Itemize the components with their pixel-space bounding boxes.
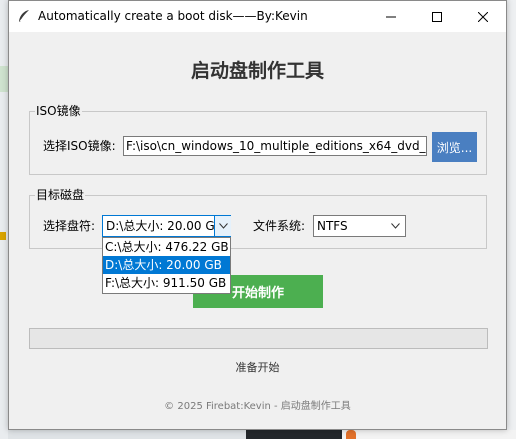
background-app-bottom xyxy=(342,430,516,439)
background-highlight xyxy=(0,66,8,92)
browse-button[interactable]: 浏览... xyxy=(432,132,477,162)
drive-select[interactable]: D:\总大小: 20.00 GB xyxy=(102,215,231,237)
iso-path-input[interactable]: F:\iso\cn_windows_10_multiple_editions_x… xyxy=(123,136,427,156)
app-icon xyxy=(346,430,356,439)
key-icon xyxy=(0,232,6,240)
drive-select-label: 选择盘符: xyxy=(43,219,96,233)
drive-select-value: D:\总大小: 20.00 GB xyxy=(106,219,214,233)
close-icon xyxy=(478,11,488,22)
maximize-button[interactable] xyxy=(414,1,460,32)
feather-icon xyxy=(19,10,29,22)
minimize-button[interactable] xyxy=(368,1,414,32)
title-bar[interactable]: Automatically create a boot disk——By:Kev… xyxy=(9,1,506,32)
window-title: Automatically create a boot disk——By:Kev… xyxy=(38,9,308,23)
filesystem-label: 文件系统: xyxy=(253,219,306,233)
filesystem-select-value: NTFS xyxy=(317,219,348,233)
drive-dropdown-list: C:\总大小: 476.22 GB D:\总大小: 20.00 GB F:\总大… xyxy=(102,237,231,294)
background-app-right xyxy=(507,0,516,439)
background-taskbar-item xyxy=(246,430,342,439)
maximize-icon xyxy=(432,11,442,22)
chevron-down-icon[interactable] xyxy=(387,216,403,236)
drive-option[interactable]: F:\总大小: 911.50 GB xyxy=(103,274,230,292)
minimize-icon xyxy=(386,16,396,17)
status-text: 准备开始 xyxy=(235,361,280,374)
boot-disk-window: Automatically create a boot disk——By:Kev… xyxy=(8,0,507,430)
drive-option-selected[interactable]: D:\总大小: 20.00 GB xyxy=(103,256,230,274)
drive-option[interactable]: C:\总大小: 476.22 GB xyxy=(103,238,230,256)
footer-text: © 2025 Firebat:Kevin - 启动盘制作工具 xyxy=(164,401,351,412)
page-title: 启动盘制作工具 xyxy=(190,60,324,82)
iso-group-label: ISO镜像 xyxy=(35,103,82,119)
disk-group-label: 目标磁盘 xyxy=(35,187,86,203)
background-app-left xyxy=(0,0,8,439)
filesystem-select[interactable]: NTFS xyxy=(313,215,406,237)
chevron-down-icon[interactable] xyxy=(214,216,231,236)
close-button[interactable] xyxy=(460,1,506,32)
progress-bar xyxy=(29,328,488,349)
iso-select-label: 选择ISO镜像: xyxy=(43,139,116,153)
